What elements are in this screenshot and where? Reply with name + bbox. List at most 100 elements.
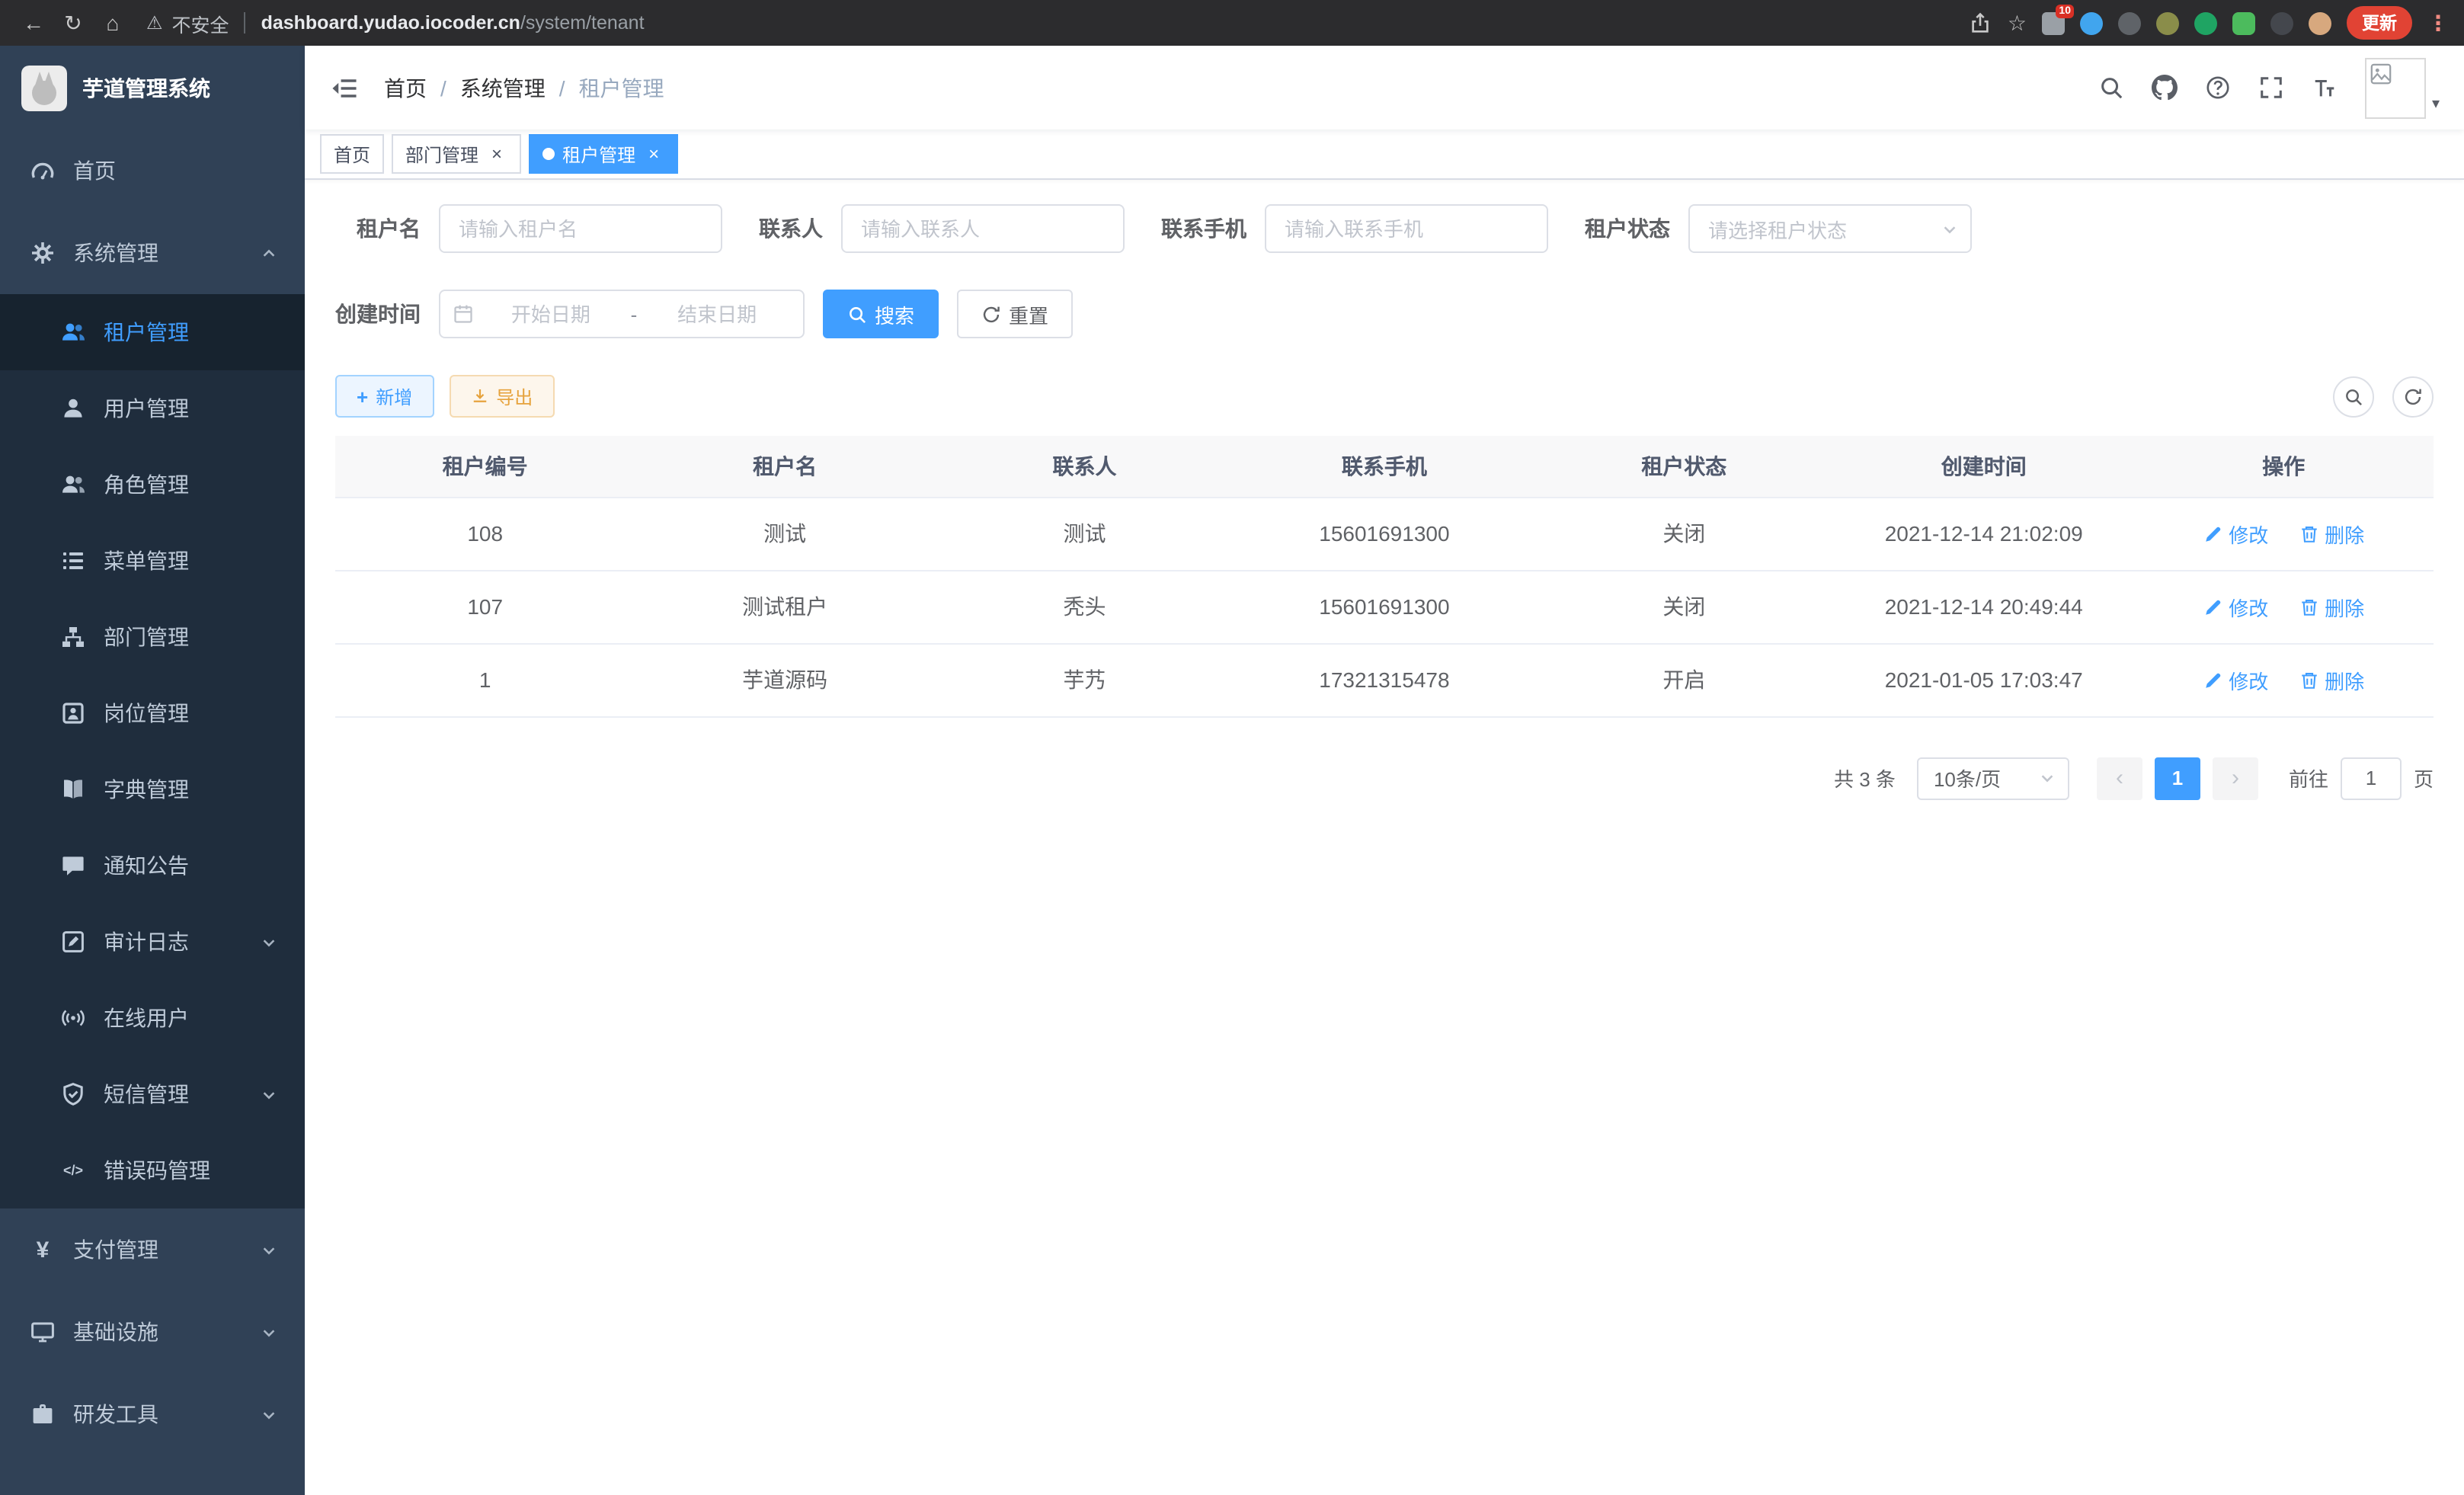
browser-reload-icon[interactable]: ↻ [55,5,91,41]
sidebar-subitem-user[interactable]: 用户管理 [0,370,305,447]
bookmark-star-icon[interactable]: ☆ [2008,10,2027,36]
extension-icon-8[interactable] [2309,11,2331,34]
sidebar-item-label: 基础设施 [73,1317,158,1347]
edit-link[interactable]: 修改 [2203,592,2268,621]
sidebar-subitem-audit[interactable]: 审计日志 [0,904,305,980]
sidebar-item-label: 菜单管理 [104,546,189,576]
cell-phone: 15601691300 [1234,497,1534,570]
browser-back-icon[interactable]: ← [15,5,52,41]
tab-dept[interactable]: 部门管理 × [392,134,521,174]
sidebar-subitem-menu[interactable]: 菜单管理 [0,523,305,599]
code-icon: </> [61,1158,85,1183]
sidebar-item-infra[interactable]: 基础设施 [0,1291,305,1373]
header-search-icon[interactable] [2098,74,2126,101]
sidebar-toggle-icon[interactable] [329,72,360,103]
sidebar-subitem-tenant[interactable]: 租户管理 [0,294,305,370]
search-button-label: 搜索 [875,299,914,328]
status-select[interactable]: 请选择租户状态 [1688,204,1972,253]
date-range-separator: - [625,303,644,325]
sidebar-item-system[interactable]: 系统管理 [0,212,305,294]
extension-icon-1[interactable]: 10 [2042,11,2065,34]
fullscreen-icon[interactable] [2258,74,2286,101]
reset-button[interactable]: 重置 [957,290,1073,338]
sidebar-subitem-post[interactable]: 岗位管理 [0,675,305,751]
tab-home[interactable]: 首页 [320,134,384,174]
search-button[interactable]: 搜索 [823,290,939,338]
sidebar-subitem-errorcode[interactable]: </> 错误码管理 [0,1132,305,1208]
contact-input[interactable] [841,204,1125,253]
export-button[interactable]: 导出 [449,375,554,418]
edit-link[interactable]: 修改 [2203,519,2268,548]
font-size-icon[interactable] [2312,74,2339,101]
sidebar-item-label: 租户管理 [104,317,189,347]
delete-link-label: 删除 [2325,519,2364,548]
page-size-select[interactable]: 10条/页 [1917,757,2069,799]
breadcrumb-system[interactable]: 系统管理 [460,72,546,103]
sidebar-item-label: 在线用户 [104,1003,189,1033]
github-icon[interactable] [2152,74,2179,101]
close-icon[interactable]: × [486,143,507,165]
filter-row-2: 创建时间 - 搜索 [335,290,2434,338]
toggle-search-icon[interactable] [2333,376,2374,417]
breadcrumb-home[interactable]: 首页 [384,72,427,103]
sidebar-subitem-online[interactable]: 在线用户 [0,980,305,1056]
sidebar-subitem-dept[interactable]: 部门管理 [0,599,305,675]
refresh-icon[interactable] [2392,376,2434,417]
tenant-name-input[interactable] [439,204,722,253]
phone-input[interactable] [1265,204,1548,253]
extension-icon-2[interactable] [2080,11,2103,34]
delete-link[interactable]: 删除 [2299,592,2364,621]
goto-page-input[interactable] [2341,757,2402,799]
help-icon[interactable] [2205,74,2232,101]
browser-nav-buttons: ← ↻ ⌂ [15,5,131,41]
delete-link[interactable]: 删除 [2299,665,2364,694]
sidebar-subitem-sms[interactable]: 短信管理 [0,1056,305,1132]
sidebar-subitem-notice[interactable]: 通知公告 [0,828,305,904]
sidebar-item-label: 支付管理 [73,1234,158,1265]
yen-icon: ¥ [30,1237,55,1262]
tab-tenant[interactable]: 租户管理 × [529,134,678,174]
sidebar-item-devtools[interactable]: 研发工具 [0,1373,305,1455]
cell-actions: 修改 删除 [2133,497,2434,570]
sidebar-subitem-role[interactable]: 角色管理 [0,447,305,523]
sidebar-item-label: 系统管理 [73,238,158,268]
table-row: 108 测试 测试 15601691300 关闭 2021-12-14 21:0… [335,497,2434,570]
delete-link[interactable]: 删除 [2299,519,2364,548]
browser-update-button[interactable]: 更新 [2347,6,2412,40]
sidebar-item-payment[interactable]: ¥ 支付管理 [0,1208,305,1291]
add-button-label: 新增 [376,383,412,409]
cell-name: 测试 [635,497,934,570]
logo-image [21,65,67,110]
extension-icon-6[interactable] [2232,11,2255,34]
prev-page-button[interactable]: ‹ [2097,757,2142,799]
cell-contact: 秃头 [935,570,1234,643]
close-icon[interactable]: × [643,143,664,165]
tags-view: 首页 部门管理 × 租户管理 × [305,130,2464,180]
browser-home-icon[interactable]: ⌂ [94,5,131,41]
extension-icon-4[interactable] [2156,11,2179,34]
create-time-range-picker[interactable]: - [439,290,805,338]
extension-icon-7[interactable] [2270,11,2293,34]
app-title: 芋道管理系统 [82,72,210,103]
column-header: 联系人 [935,436,1234,497]
logo[interactable]: 芋道管理系统 [0,46,305,130]
extension-icon-3[interactable] [2118,11,2141,34]
add-button[interactable]: + 新增 [335,375,434,418]
share-icon[interactable] [1970,11,1992,34]
edit-link[interactable]: 修改 [2203,665,2268,694]
sidebar-subitem-dict[interactable]: 字典管理 [0,751,305,828]
table-settings [2333,376,2434,417]
table-header-row: 租户编号 租户名 联系人 联系手机 租户状态 创建时间 操作 [335,436,2434,497]
cell-phone: 15601691300 [1234,570,1534,643]
extension-icon-5[interactable] [2194,11,2217,34]
browser-menu-icon[interactable]: ⋮ [2427,10,2449,36]
date-end-input[interactable] [643,303,791,325]
address-bar[interactable]: ⚠ 不安全 dashboard.yudao.iocoder.cn/system/… [146,8,645,37]
menu-list-icon [61,549,85,573]
next-page-button[interactable]: › [2213,757,2258,799]
current-page-button[interactable]: 1 [2155,757,2200,799]
user-avatar[interactable]: ▾ [2365,57,2440,118]
sidebar-item-home[interactable]: 首页 [0,130,305,212]
date-start-input[interactable] [477,303,625,325]
address-divider [245,12,246,34]
